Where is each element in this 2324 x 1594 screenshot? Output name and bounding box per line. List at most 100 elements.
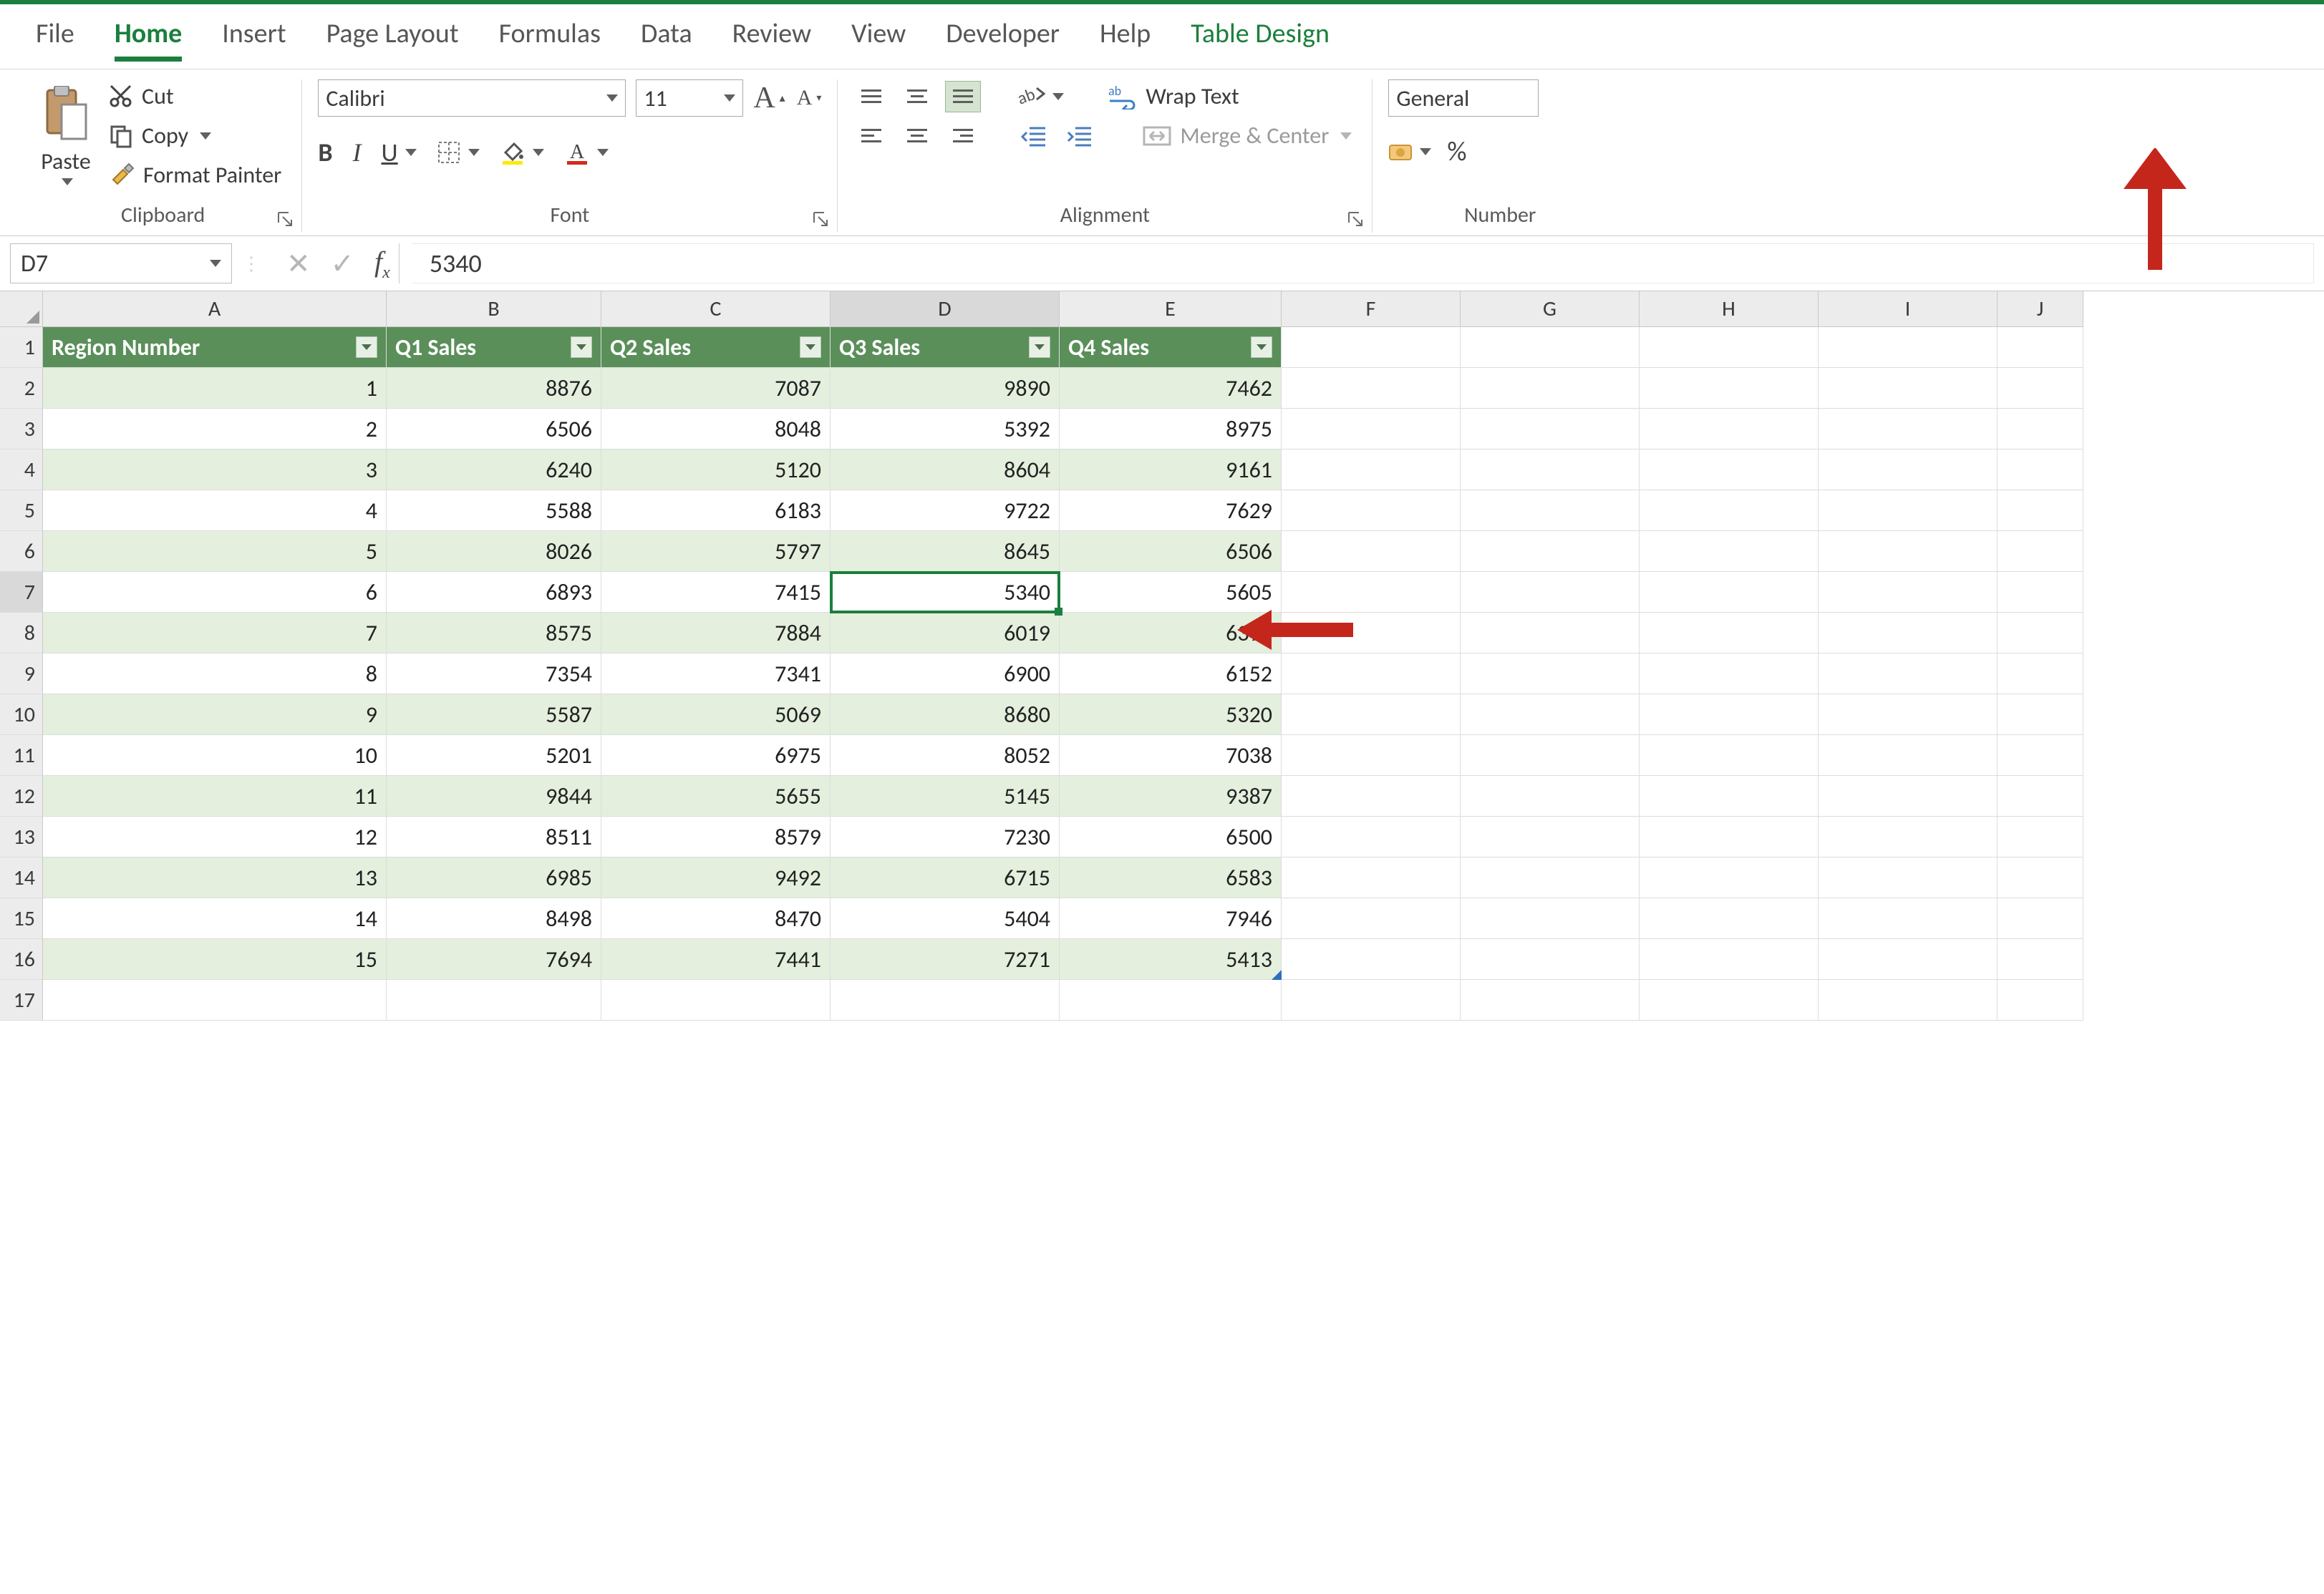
decrease-font-button[interactable]: A▾ — [797, 81, 822, 115]
column-header-F[interactable]: F — [1282, 291, 1461, 327]
cell-A6[interactable]: 5 — [43, 531, 387, 572]
cell-E13[interactable]: 6500 — [1060, 817, 1282, 857]
tab-home[interactable]: Home — [115, 17, 182, 60]
row-header-12[interactable]: 12 — [0, 776, 43, 817]
cell-G3[interactable] — [1461, 409, 1640, 449]
cell-H1[interactable] — [1640, 327, 1819, 368]
cell-I14[interactable] — [1819, 857, 1998, 898]
column-header-B[interactable]: B — [387, 291, 601, 327]
cell-E17[interactable] — [1060, 980, 1282, 1021]
tab-insert[interactable]: Insert — [222, 17, 286, 60]
cell-H10[interactable] — [1640, 694, 1819, 735]
align-top-button[interactable] — [853, 81, 889, 112]
cell-F4[interactable] — [1282, 449, 1461, 490]
column-header-A[interactable]: A — [43, 291, 387, 327]
worksheet[interactable]: 1234567891011121314151617 ABCDEFGHIJ Reg… — [0, 291, 2324, 1021]
increase-indent-button[interactable] — [1062, 120, 1098, 152]
cell-I9[interactable] — [1819, 653, 1998, 694]
cell-C2[interactable]: 7087 — [601, 368, 831, 409]
cell-B11[interactable]: 5201 — [387, 735, 601, 776]
cell-G2[interactable] — [1461, 368, 1640, 409]
align-bottom-button[interactable] — [945, 81, 981, 112]
cell-A9[interactable]: 8 — [43, 653, 387, 694]
cell-I17[interactable] — [1819, 980, 1998, 1021]
cell-J15[interactable] — [1998, 898, 2083, 939]
cell-F1[interactable] — [1282, 327, 1461, 368]
cell-D10[interactable]: 8680 — [831, 694, 1060, 735]
cell-D12[interactable]: 5145 — [831, 776, 1060, 817]
table-resize-handle[interactable] — [1272, 970, 1282, 980]
wrap-text-button[interactable]: ab Wrap Text — [1104, 79, 1243, 113]
cut-button[interactable]: Cut — [105, 79, 286, 113]
font-color-button[interactable]: A — [564, 140, 609, 165]
increase-font-button[interactable]: A▴ — [753, 81, 785, 115]
cell-G5[interactable] — [1461, 490, 1640, 531]
cell-I3[interactable] — [1819, 409, 1998, 449]
tab-review[interactable]: Review — [732, 17, 811, 60]
row-header-14[interactable]: 14 — [0, 857, 43, 898]
cell-E4[interactable]: 9161 — [1060, 449, 1282, 490]
cell-I5[interactable] — [1819, 490, 1998, 531]
cell-F13[interactable] — [1282, 817, 1461, 857]
cell-J6[interactable] — [1998, 531, 2083, 572]
cell-E3[interactable]: 8975 — [1060, 409, 1282, 449]
row-header-5[interactable]: 5 — [0, 490, 43, 531]
cell-D3[interactable]: 5392 — [831, 409, 1060, 449]
cell-H12[interactable] — [1640, 776, 1819, 817]
cell-I10[interactable] — [1819, 694, 1998, 735]
cell-I11[interactable] — [1819, 735, 1998, 776]
cell-C16[interactable]: 7441 — [601, 939, 831, 980]
insert-function-button[interactable]: fx — [374, 245, 390, 283]
cell-I8[interactable] — [1819, 613, 1998, 653]
cell-A15[interactable]: 14 — [43, 898, 387, 939]
cell-F2[interactable] — [1282, 368, 1461, 409]
row-header-10[interactable]: 10 — [0, 694, 43, 735]
cell-B6[interactable]: 8026 — [387, 531, 601, 572]
column-header-D[interactable]: D — [831, 291, 1060, 327]
tab-view[interactable]: View — [851, 17, 906, 60]
cell-D2[interactable]: 9890 — [831, 368, 1060, 409]
cell-F10[interactable] — [1282, 694, 1461, 735]
cell-E12[interactable]: 9387 — [1060, 776, 1282, 817]
cell-D16[interactable]: 7271 — [831, 939, 1060, 980]
cell-D4[interactable]: 8604 — [831, 449, 1060, 490]
name-box[interactable]: D7 — [10, 243, 232, 283]
row-header-15[interactable]: 15 — [0, 898, 43, 939]
copy-button[interactable]: Copy — [105, 119, 286, 152]
number-format-combo[interactable]: General — [1388, 79, 1539, 117]
cell-D7[interactable]: 5340 — [831, 572, 1060, 613]
cell-D6[interactable]: 8645 — [831, 531, 1060, 572]
cell-I2[interactable] — [1819, 368, 1998, 409]
row-header-1[interactable]: 1 — [0, 327, 43, 368]
cell-H3[interactable] — [1640, 409, 1819, 449]
borders-button[interactable] — [437, 140, 480, 165]
cell-H9[interactable] — [1640, 653, 1819, 694]
cell-E9[interactable]: 6152 — [1060, 653, 1282, 694]
cell-J14[interactable] — [1998, 857, 2083, 898]
accounting-format-button[interactable] — [1388, 140, 1431, 164]
row-header-8[interactable]: 8 — [0, 613, 43, 653]
cell-B9[interactable]: 7354 — [387, 653, 601, 694]
cell-G17[interactable] — [1461, 980, 1640, 1021]
cell-A11[interactable]: 10 — [43, 735, 387, 776]
cell-C11[interactable]: 6975 — [601, 735, 831, 776]
cell-H4[interactable] — [1640, 449, 1819, 490]
cell-B2[interactable]: 8876 — [387, 368, 601, 409]
cell-I6[interactable] — [1819, 531, 1998, 572]
cell-B1[interactable]: Q1 Sales — [387, 327, 601, 368]
cell-C6[interactable]: 5797 — [601, 531, 831, 572]
cell-A7[interactable]: 6 — [43, 572, 387, 613]
cell-G16[interactable] — [1461, 939, 1640, 980]
cell-H5[interactable] — [1640, 490, 1819, 531]
filter-dropdown-icon[interactable] — [356, 336, 377, 358]
cell-G9[interactable] — [1461, 653, 1640, 694]
cell-J11[interactable] — [1998, 735, 2083, 776]
cell-J1[interactable] — [1998, 327, 2083, 368]
cell-B12[interactable]: 9844 — [387, 776, 601, 817]
cell-D11[interactable]: 8052 — [831, 735, 1060, 776]
cell-G10[interactable] — [1461, 694, 1640, 735]
italic-button[interactable]: I — [353, 137, 362, 167]
column-header-H[interactable]: H — [1640, 291, 1819, 327]
row-header-13[interactable]: 13 — [0, 817, 43, 857]
cell-C10[interactable]: 5069 — [601, 694, 831, 735]
